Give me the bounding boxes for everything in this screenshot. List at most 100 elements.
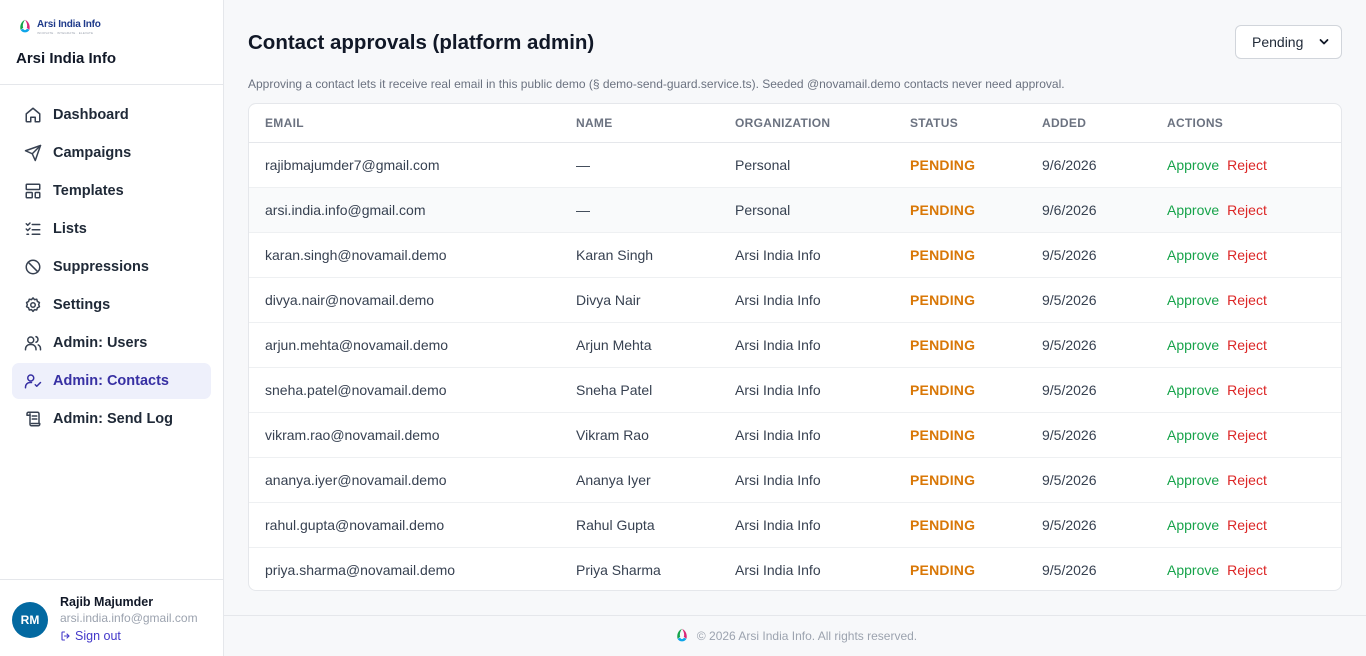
sidebar-item-label: Settings [53, 297, 111, 313]
approve-button[interactable]: Approve [1167, 472, 1219, 488]
approve-button[interactable]: Approve [1167, 247, 1219, 263]
sidebar-item-admin-users[interactable]: Admin: Users [12, 325, 211, 361]
table-row: karan.singh@novamail.demo Karan Singh Arsi… [249, 232, 1341, 277]
cell-added: 9/5/2026 [1042, 246, 1097, 263]
contacts-table-card: EMAIL NAME ORGANIZATION STATUS ADDED ACT… [248, 103, 1342, 591]
cell-name: Rahul Gupta [576, 516, 655, 533]
cell-organization: Arsi India Info [735, 471, 821, 488]
cell-actions: Approve Reject [1151, 547, 1341, 590]
cell-organization: Arsi India Info [735, 291, 821, 308]
reject-button[interactable]: Reject [1227, 202, 1267, 218]
user-panel: RM Rajib Majumder arsi.india.info@gmail.… [0, 579, 223, 656]
column-header-actions: ACTIONS [1151, 104, 1341, 143]
cell-actions: Approve Reject [1151, 232, 1341, 277]
reject-button[interactable]: Reject [1227, 382, 1267, 398]
logo[interactable]: Arsi India Info INNOVATE · INTEGRATE · E… [16, 16, 207, 38]
sidebar-item-label: Suppressions [53, 259, 149, 275]
footer: © 2026 Arsi India Info. All rights reser… [224, 615, 1366, 656]
sign-out-link[interactable]: Sign out [60, 626, 198, 646]
cell-actions: Approve Reject [1151, 322, 1341, 367]
cell-actions: Approve Reject [1151, 457, 1341, 502]
sidebar-item-dashboard[interactable]: Dashboard [12, 97, 211, 133]
sidebar-item-admin-contacts[interactable]: Admin: Contacts [12, 363, 211, 399]
reject-button[interactable]: Reject [1227, 517, 1267, 533]
sidebar-item-templates[interactable]: Templates [12, 173, 211, 209]
cell-actions: Approve Reject [1151, 367, 1341, 412]
cell-organization: Arsi India Info [735, 426, 821, 443]
cell-email: rajibmajumder7@gmail.com [265, 156, 440, 173]
brand: Arsi India Info INNOVATE · INTEGRATE · E… [0, 0, 223, 85]
cell-actions: Approve Reject [1151, 412, 1341, 457]
approve-button[interactable]: Approve [1167, 202, 1219, 218]
reject-button[interactable]: Reject [1227, 247, 1267, 263]
sidebar-item-label: Templates [53, 183, 124, 199]
approve-button[interactable]: Approve [1167, 157, 1219, 173]
sidebar-item-label: Dashboard [53, 107, 129, 123]
table-row: arsi.india.info@gmail.com — Personal PENDIN… [249, 187, 1341, 232]
cell-added: 9/5/2026 [1042, 291, 1097, 308]
status-badge: PENDING [910, 246, 976, 263]
cell-actions: Approve Reject [1151, 142, 1341, 187]
column-header-status: STATUS [894, 104, 1026, 143]
sidebar-item-campaigns[interactable]: Campaigns [12, 135, 211, 171]
cell-name: Arjun Mehta [576, 336, 652, 353]
approve-button[interactable]: Approve [1167, 517, 1219, 533]
logo-icon [20, 19, 30, 33]
reject-button[interactable]: Reject [1227, 562, 1267, 578]
approve-button[interactable]: Approve [1167, 562, 1219, 578]
reject-button[interactable]: Reject [1227, 472, 1267, 488]
cell-email: sneha.patel@novamail.demo [265, 381, 447, 398]
cell-email: divya.nair@novamail.demo [265, 291, 435, 308]
cell-name: Karan Singh [576, 246, 654, 263]
reject-button[interactable]: Reject [1227, 157, 1267, 173]
contacts-table: EMAIL NAME ORGANIZATION STATUS ADDED ACT… [249, 104, 1341, 590]
table-row: rajibmajumder7@gmail.com — Personal PENDING… [249, 142, 1341, 187]
cell-added: 9/5/2026 [1042, 516, 1097, 533]
cell-email: rahul.gupta@novamail.demo [265, 516, 445, 533]
sidebar-item-settings[interactable]: Settings [12, 287, 211, 323]
sidebar-item-label: Admin: Users [53, 335, 148, 351]
status-badge: PENDING [910, 381, 976, 398]
main-content: Contact approvals (platform admin) Pendi… [224, 0, 1366, 656]
cell-organization: Arsi India Info [735, 516, 821, 533]
sidebar-item-lists[interactable]: Lists [12, 211, 211, 247]
approve-button[interactable]: Approve [1167, 337, 1219, 353]
cell-name: — [576, 156, 590, 173]
sidebar-item-suppressions[interactable]: Suppressions [12, 249, 211, 285]
logo-text: Arsi India Info [37, 18, 101, 30]
cell-added: 9/5/2026 [1042, 336, 1097, 353]
approve-button[interactable]: Approve [1167, 427, 1219, 443]
reject-button[interactable]: Reject [1227, 427, 1267, 443]
column-header-organization: ORGANIZATION [719, 104, 894, 143]
sidebar-item-label: Admin: Send Log [53, 411, 174, 427]
cell-name: Vikram Rao [576, 426, 649, 443]
reject-button[interactable]: Reject [1227, 337, 1267, 353]
gear-icon [25, 297, 41, 313]
reject-button[interactable]: Reject [1227, 292, 1267, 308]
sidebar-item-label: Campaigns [53, 145, 132, 161]
send-icon [24, 144, 42, 162]
table-row: rahul.gupta@novamail.demo Rahul Gupta Arsi… [249, 502, 1341, 547]
cell-email: ananya.iyer@novamail.demo [265, 471, 447, 488]
layout-icon [25, 183, 41, 199]
sign-out-label: Sign out [75, 629, 121, 643]
approve-button[interactable]: Approve [1167, 382, 1219, 398]
sign-out-icon [61, 631, 70, 641]
sidebar-item-label: Admin: Contacts [53, 373, 169, 389]
status-badge: PENDING [910, 201, 976, 218]
cell-name: Ananya Iyer [576, 471, 651, 488]
cell-actions: Approve Reject [1151, 502, 1341, 547]
brand-name: Arsi India Info [16, 50, 117, 67]
approve-button[interactable]: Approve [1167, 292, 1219, 308]
avatar[interactable]: RM [12, 602, 48, 638]
cell-organization: Arsi India Info [735, 246, 821, 263]
sidebar-item-label: Lists [53, 221, 87, 237]
cell-email: arjun.mehta@novamail.demo [265, 336, 449, 353]
status-filter-select[interactable]: Pending [1235, 25, 1342, 59]
home-icon [25, 107, 41, 123]
page-title: Contact approvals (platform admin) [248, 31, 595, 54]
user-check-icon [24, 374, 42, 389]
cell-name: Divya Nair [576, 291, 641, 308]
sidebar-item-admin-send-log[interactable]: Admin: Send Log [12, 401, 211, 437]
cell-added: 9/5/2026 [1042, 381, 1097, 398]
